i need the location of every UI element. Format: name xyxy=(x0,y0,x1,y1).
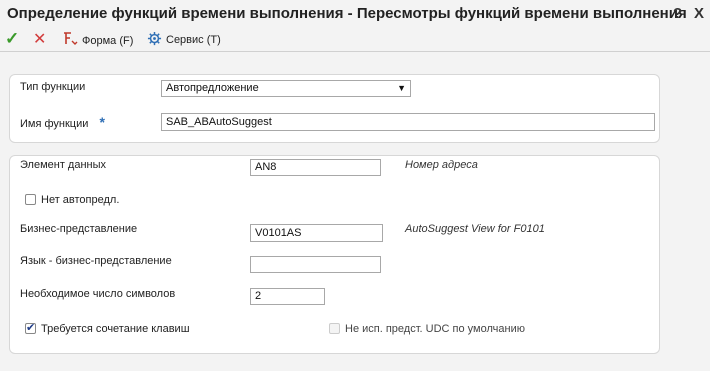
min-chars-input[interactable]: 2 xyxy=(250,288,325,305)
hotkey-checkbox[interactable] xyxy=(25,321,36,334)
title-bar: Определение функций времени выполнения -… xyxy=(0,0,710,28)
function-type-select[interactable]: Автопредложение ▼ xyxy=(161,80,411,97)
function-type-label: Тип функции xyxy=(20,81,86,93)
data-item-label: Элемент данных xyxy=(20,159,107,171)
toolbar: ✓ ✕ Форма (F) Сервис (T) xyxy=(0,28,710,51)
form-icon xyxy=(62,31,78,50)
language-view-input[interactable] xyxy=(250,256,381,273)
no-udc-label: Не исп. предст. UDC по умолчанию xyxy=(345,323,525,335)
no-autosuggest-checkbox[interactable] xyxy=(25,194,36,205)
language-view-label: Язык - бизнес-представление xyxy=(20,255,172,267)
business-view-input[interactable]: V0101AS xyxy=(250,224,383,242)
close-icon[interactable]: X xyxy=(694,5,704,22)
data-item-description: Номер адреса xyxy=(405,159,478,171)
function-panel: Тип функции Автопредложение ▼ Имя функци… xyxy=(9,74,660,143)
service-menu-button[interactable]: Сервис (T) xyxy=(147,31,221,49)
no-autosuggest-label: Нет автопредл. xyxy=(41,194,120,206)
min-chars-label: Необходимое число символов xyxy=(20,288,176,300)
no-udc-checkbox[interactable] xyxy=(329,323,340,334)
form-menu-button[interactable]: Форма (F) xyxy=(62,31,133,50)
cancel-icon[interactable]: ✕ xyxy=(33,29,46,49)
hotkey-label: Требуется сочетание клавиш xyxy=(41,323,190,335)
ok-icon[interactable]: ✓ xyxy=(5,29,19,49)
function-name-label: Имя функции * xyxy=(20,114,105,130)
window-title: Определение функций времени выполнения -… xyxy=(7,5,687,22)
gear-icon xyxy=(147,31,162,49)
data-item-input[interactable]: AN8 xyxy=(250,159,381,176)
function-name-label-text: Имя функции xyxy=(20,118,89,130)
function-type-value: Автопредложение xyxy=(166,82,259,94)
function-name-input[interactable]: SAB_ABAutoSuggest xyxy=(161,113,655,131)
toolbar-divider xyxy=(0,51,710,52)
form-menu-label: Форма (F) xyxy=(82,34,134,47)
details-panel: Элемент данных AN8 Номер адреса Нет авто… xyxy=(9,155,660,354)
help-icon[interactable]: ? xyxy=(673,5,682,22)
chevron-down-icon: ▼ xyxy=(397,83,406,93)
required-marker: * xyxy=(99,114,105,130)
business-view-description: AutoSuggest View for F0101 xyxy=(405,223,545,235)
business-view-label: Бизнес-представление xyxy=(20,223,138,235)
service-menu-label: Сервис (T) xyxy=(166,34,221,46)
